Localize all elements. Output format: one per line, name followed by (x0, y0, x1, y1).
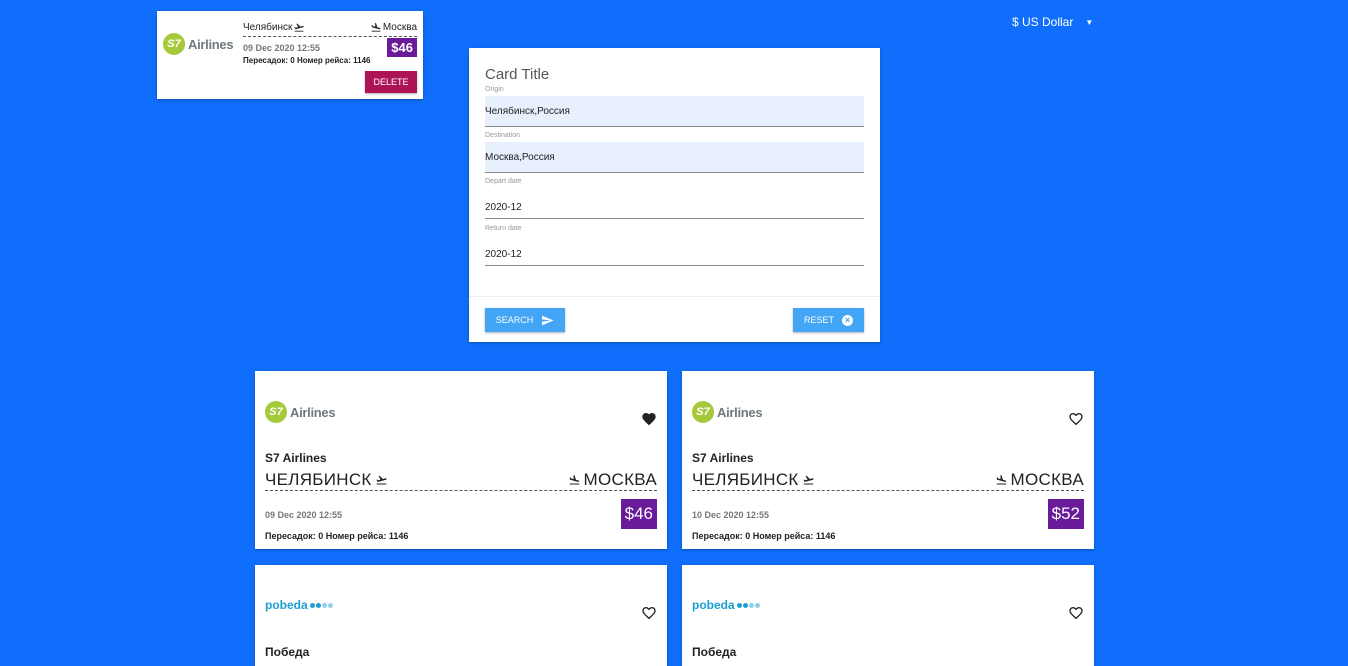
landing-icon (569, 474, 579, 484)
ticket-date: 10 Dec 2020 12:55 (692, 510, 770, 520)
return-date-field[interactable]: Return date 2020-12 (485, 225, 864, 266)
landing-icon (371, 22, 381, 32)
airline-name: Победа (692, 645, 737, 659)
favorite-info: Пересадок: 0 Номер рейса: 1146 (243, 56, 371, 65)
ticket-card: pobeda Победа (682, 565, 1094, 666)
ticket-price: $46 (620, 499, 657, 529)
ticket-destination: МОСКВА (583, 469, 657, 489)
airline-name: Победа (265, 645, 310, 659)
currency-label: $ US Dollar (1012, 15, 1074, 29)
ticket-route: ЧЕЛЯБИНСК МОСКВА (265, 469, 657, 491)
destination-input[interactable]: Москва,Россия (485, 142, 864, 173)
favorite-origin: Челябинск (243, 22, 293, 33)
return-date-input[interactable]: 2020-12 (485, 235, 864, 266)
airline-name: S7 Airlines (692, 451, 754, 465)
heart-filled-icon[interactable] (641, 411, 657, 427)
takeoff-icon (294, 23, 304, 32)
heart-outline-icon[interactable] (1068, 605, 1084, 621)
takeoff-icon (803, 475, 814, 484)
chevron-down-icon: ▼ (1085, 17, 1094, 27)
takeoff-icon (376, 475, 387, 484)
s7-airlines-logo: S7 Airlines (265, 401, 336, 423)
favorite-ticket-card: S7 Airlines Челябинск Москва 09 Dec 2020… (157, 11, 423, 99)
airline-name: S7 Airlines (265, 451, 327, 465)
ticket-card: S7 Airlines S7 Airlines ЧЕЛЯБИНСК МОСКВА… (682, 371, 1094, 549)
destination-label: Destination (485, 132, 521, 139)
reset-label: RESET (803, 315, 834, 325)
currency-select[interactable]: $ US Dollar ▼ (1012, 12, 1102, 32)
heart-outline-icon[interactable] (641, 605, 657, 621)
ticket-info: Пересадок: 0 Номер рейса: 1146 (265, 531, 409, 541)
search-form-card: Card Title Origin Челябинск,Россия Desti… (469, 48, 880, 342)
s7-airlines-logo: S7 Airlines (163, 33, 234, 55)
favorite-price: $46 (387, 38, 417, 57)
favorite-route: Челябинск Москва (243, 19, 417, 37)
cancel-icon: × (842, 314, 853, 326)
depart-date-input[interactable]: 2020-12 (485, 188, 864, 219)
favorite-date: 09 Dec 2020 12:55 (243, 43, 321, 53)
ticket-origin: ЧЕЛЯБИНСК (265, 469, 372, 489)
landing-icon (996, 474, 1006, 484)
pobeda-logo: pobeda (692, 598, 760, 612)
ticket-destination: МОСКВА (1010, 469, 1084, 489)
search-label: SEARCH (495, 315, 534, 325)
ticket-price: $52 (1047, 499, 1084, 529)
origin-label: Origin (485, 86, 504, 93)
send-icon (542, 315, 554, 325)
ticket-card: S7 Airlines S7 Airlines ЧЕЛЯБИНСК МОСКВА… (255, 371, 667, 549)
search-button[interactable]: SEARCH (485, 308, 565, 332)
origin-input[interactable]: Челябинск,Россия (485, 96, 864, 127)
s7-airlines-logo: S7 Airlines (692, 401, 763, 423)
origin-field[interactable]: Origin Челябинск,Россия (485, 86, 864, 127)
reset-button[interactable]: RESET × (793, 308, 864, 332)
ticket-date: 09 Dec 2020 12:55 (265, 510, 343, 520)
return-date-label: Return date (485, 225, 522, 232)
form-divider (469, 296, 880, 297)
heart-outline-icon[interactable] (1068, 411, 1084, 427)
ticket-origin: ЧЕЛЯБИНСК (692, 469, 799, 489)
destination-field[interactable]: Destination Москва,Россия (485, 132, 864, 173)
pobeda-logo: pobeda (265, 598, 333, 612)
ticket-card: pobeda Победа (255, 565, 667, 666)
depart-date-label: Depart date (485, 178, 522, 185)
delete-button[interactable]: DELETE (365, 71, 417, 93)
favorite-destination: Москва (382, 22, 417, 33)
depart-date-field[interactable]: Depart date 2020-12 (485, 178, 864, 219)
ticket-route: ЧЕЛЯБИНСК МОСКВА (692, 469, 1084, 491)
form-title: Card Title (485, 66, 550, 83)
ticket-info: Пересадок: 0 Номер рейса: 1146 (692, 531, 836, 541)
